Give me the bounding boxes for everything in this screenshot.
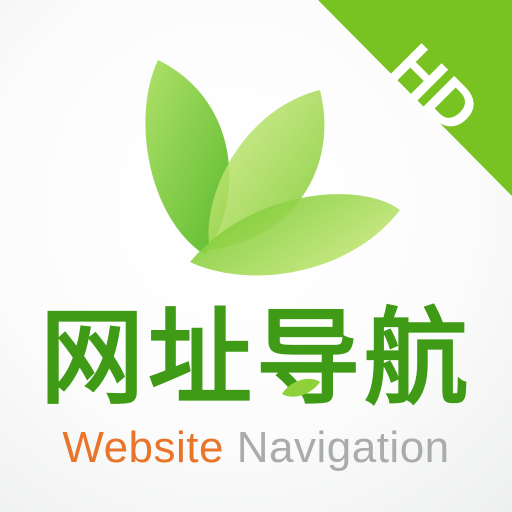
app-icon: 网址导航 Website Navigation HD — [0, 0, 512, 512]
hd-corner-banner: HD — [318, 0, 512, 196]
